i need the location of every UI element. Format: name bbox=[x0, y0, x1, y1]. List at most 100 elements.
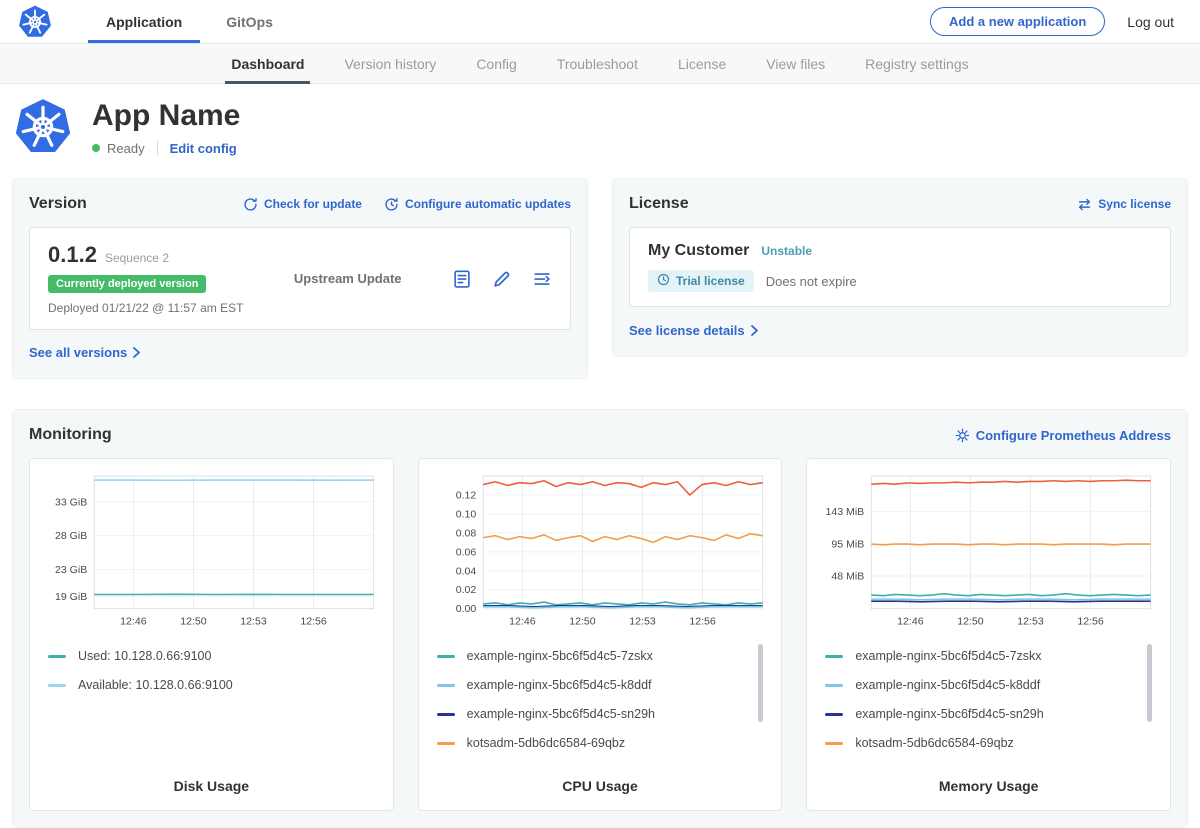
chevron-right-icon bbox=[133, 347, 140, 358]
version-card-links: Check for update Configure automatic upd… bbox=[243, 197, 571, 212]
sequence-label: Sequence 2 bbox=[105, 251, 169, 265]
legend-color-dash bbox=[437, 742, 455, 745]
svg-text:0.00: 0.00 bbox=[455, 603, 476, 615]
legend-color-dash bbox=[437, 713, 455, 716]
legend-label: kotsadm-5db6dc6584-69qbz bbox=[855, 736, 1013, 750]
chart-plot-svg: 19 GiB23 GiB28 GiB33 GiB12:4612:5012:531… bbox=[40, 469, 383, 632]
legend-color-dash bbox=[48, 684, 66, 687]
legend-label: example-nginx-5bc6f5d4c5-k8ddf bbox=[855, 678, 1040, 692]
cpu-usage-plot: 0.000.020.040.060.080.100.1212:4612:5012… bbox=[429, 469, 772, 632]
svg-text:12:53: 12:53 bbox=[629, 616, 656, 628]
main-content: Version Check for update Configure autom… bbox=[0, 178, 1200, 828]
logout-link[interactable]: Log out bbox=[1127, 14, 1174, 30]
subnav-item-registry-settings[interactable]: Registry settings bbox=[845, 44, 988, 83]
svg-text:0.08: 0.08 bbox=[455, 527, 476, 539]
deployed-badge: Currently deployed version bbox=[48, 275, 206, 293]
svg-text:0.04: 0.04 bbox=[455, 565, 476, 577]
top-nav-left: Application GitOps bbox=[18, 0, 295, 43]
version-actions bbox=[452, 269, 552, 289]
legend-item: example-nginx-5bc6f5d4c5-sn29h bbox=[825, 700, 1152, 729]
subnav-item-license[interactable]: License bbox=[658, 44, 746, 83]
check-for-update-label: Check for update bbox=[264, 197, 362, 211]
cards-row: Version Check for update Configure autom… bbox=[12, 178, 1188, 379]
sub-nav-items: DashboardVersion historyConfigTroublesho… bbox=[211, 44, 988, 83]
legend-color-dash bbox=[825, 684, 843, 687]
add-application-button[interactable]: Add a new application bbox=[930, 7, 1105, 36]
legend-item: example-nginx-5bc6f5d4c5-k8ddf bbox=[825, 671, 1152, 700]
license-detail-row: Trial license Does not expire bbox=[648, 270, 1152, 292]
legend-color-dash bbox=[825, 655, 843, 658]
subnav-item-troubleshoot[interactable]: Troubleshoot bbox=[537, 44, 658, 83]
app-status-label: Ready bbox=[107, 141, 145, 156]
license-card: License Sync license My Customer Unstabl… bbox=[612, 178, 1188, 357]
charts-row: 19 GiB23 GiB28 GiB33 GiB12:4612:5012:531… bbox=[29, 458, 1171, 811]
subnav-item-view-files[interactable]: View files bbox=[746, 44, 845, 83]
legend-label: example-nginx-5bc6f5d4c5-k8ddf bbox=[467, 678, 652, 692]
subnav-item-dashboard[interactable]: Dashboard bbox=[211, 44, 324, 83]
legend-item: kotsadm-5db6dc6584-69qbz bbox=[825, 729, 1152, 758]
legend-item: example-nginx-5bc6f5d4c5-7zskx bbox=[437, 642, 764, 671]
svg-text:12:50: 12:50 bbox=[180, 616, 207, 628]
configure-automatic-updates-link[interactable]: Configure automatic updates bbox=[384, 197, 571, 212]
clock-icon bbox=[657, 273, 670, 289]
sync-license-label: Sync license bbox=[1098, 197, 1171, 211]
subnav-item-config[interactable]: Config bbox=[456, 44, 536, 83]
app-header: App Name Ready Edit config bbox=[0, 84, 1200, 178]
sub-nav: DashboardVersion historyConfigTroublesho… bbox=[0, 44, 1200, 84]
legend-label: example-nginx-5bc6f5d4c5-sn29h bbox=[467, 707, 655, 721]
legend-label: example-nginx-5bc6f5d4c5-sn29h bbox=[855, 707, 1043, 721]
tab-application[interactable]: Application bbox=[84, 0, 204, 43]
svg-text:95 MiB: 95 MiB bbox=[832, 539, 865, 551]
diff-icon[interactable] bbox=[532, 269, 552, 289]
release-notes-icon[interactable] bbox=[452, 269, 472, 289]
svg-text:12:56: 12:56 bbox=[1078, 616, 1105, 628]
app-icon bbox=[14, 98, 72, 156]
svg-text:12:46: 12:46 bbox=[120, 616, 147, 628]
svg-text:0.02: 0.02 bbox=[455, 584, 476, 596]
legend-item: example-nginx-5bc6f5d4c5-k8ddf bbox=[437, 671, 764, 700]
clock-arrow-icon bbox=[384, 197, 399, 212]
legend-scrollbar[interactable] bbox=[1147, 644, 1152, 722]
svg-text:12:53: 12:53 bbox=[240, 616, 267, 628]
memory-usage-plot: 48 MiB95 MiB143 MiB12:4612:5012:5312:56 bbox=[817, 469, 1160, 632]
customer-row: My Customer Unstable bbox=[648, 242, 1152, 260]
app-title: App Name bbox=[92, 99, 240, 133]
current-version-box: 0.1.2 Sequence 2 Currently deployed vers… bbox=[29, 227, 571, 330]
edit-config-link[interactable]: Edit config bbox=[170, 141, 237, 156]
legend-scrollbar[interactable] bbox=[758, 644, 763, 722]
subnav-item-version-history[interactable]: Version history bbox=[324, 44, 456, 83]
memory-usage-legend: example-nginx-5bc6f5d4c5-7zskx example-ng… bbox=[825, 642, 1152, 764]
version-card-header: Version Check for update Configure autom… bbox=[29, 195, 571, 213]
svg-text:12:50: 12:50 bbox=[569, 616, 596, 628]
svg-text:28 GiB: 28 GiB bbox=[55, 530, 87, 542]
cpu-usage-chart-card: 0.000.020.040.060.080.100.1212:4612:5012… bbox=[418, 458, 783, 811]
tab-gitops[interactable]: GitOps bbox=[204, 0, 295, 43]
license-card-title: License bbox=[629, 195, 689, 213]
upstream-update-label: Upstream Update bbox=[294, 271, 402, 286]
check-for-update-link[interactable]: Check for update bbox=[243, 197, 362, 212]
svg-text:0.12: 0.12 bbox=[455, 489, 476, 501]
configure-prometheus-label: Configure Prometheus Address bbox=[976, 428, 1171, 443]
deployed-timestamp: Deployed 01/21/22 @ 11:57 am EST bbox=[48, 301, 243, 315]
legend-item: example-nginx-5bc6f5d4c5-7zskx bbox=[825, 642, 1152, 671]
customer-name: My Customer bbox=[648, 242, 749, 260]
see-all-versions-link[interactable]: See all versions bbox=[29, 345, 140, 360]
svg-text:12:56: 12:56 bbox=[689, 616, 716, 628]
svg-text:143 MiB: 143 MiB bbox=[826, 506, 865, 518]
version-number: 0.1.2 bbox=[48, 242, 97, 268]
kubernetes-logo-icon bbox=[18, 5, 52, 39]
chart-title: Disk Usage bbox=[40, 778, 383, 794]
cpu-usage-legend: example-nginx-5bc6f5d4c5-7zskx example-ng… bbox=[437, 642, 764, 764]
chart-title: Memory Usage bbox=[817, 778, 1160, 794]
see-license-details-link[interactable]: See license details bbox=[629, 323, 758, 338]
version-card-title: Version bbox=[29, 195, 87, 213]
edit-config-icon[interactable] bbox=[492, 269, 512, 289]
monitoring-title: Monitoring bbox=[29, 426, 112, 444]
configure-prometheus-link[interactable]: Configure Prometheus Address bbox=[955, 428, 1171, 443]
sync-license-link[interactable]: Sync license bbox=[1077, 197, 1171, 212]
svg-text:33 GiB: 33 GiB bbox=[55, 496, 87, 508]
memory-usage-chart-card: 48 MiB95 MiB143 MiB12:4612:5012:5312:56 … bbox=[806, 458, 1171, 811]
edit-config-label: Edit config bbox=[170, 141, 237, 156]
top-nav-tabs: Application GitOps bbox=[84, 0, 295, 43]
top-nav: Application GitOps Add a new application… bbox=[0, 0, 1200, 44]
